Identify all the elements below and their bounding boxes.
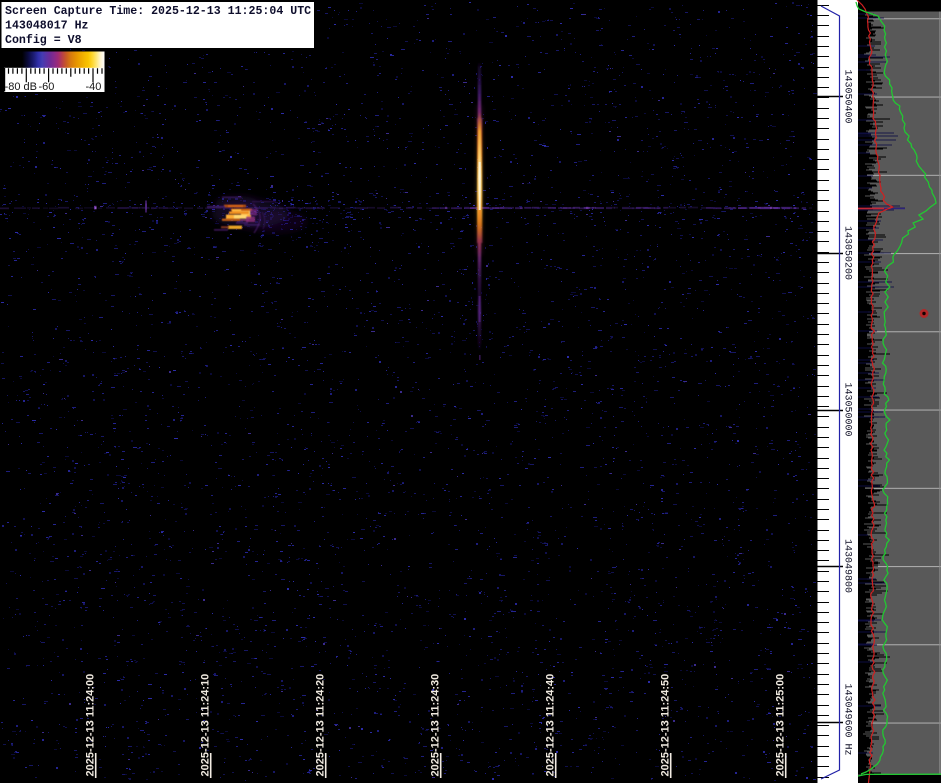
svg-text:2025-12-13 11:25:00: 2025-12-13 11:25:00 <box>774 674 786 777</box>
svg-text:2025-12-13 11:24:30: 2025-12-13 11:24:30 <box>429 674 441 777</box>
svg-text:Screen Capture Time: 2025-12-1: Screen Capture Time: 2025-12-13 11:25:04… <box>5 5 311 18</box>
svg-text:2025-12-13 11:24:40: 2025-12-13 11:24:40 <box>544 674 556 777</box>
svg-text:143049600 Hz: 143049600 Hz <box>842 683 853 755</box>
svg-text:143050000: 143050000 <box>842 382 853 436</box>
svg-text:-40: -40 <box>86 81 102 93</box>
svg-text:Config = V8: Config = V8 <box>5 34 82 47</box>
svg-text:2025-12-13 11:24:10: 2025-12-13 11:24:10 <box>199 674 211 777</box>
svg-text:2025-12-13 11:24:50: 2025-12-13 11:24:50 <box>659 674 671 777</box>
svg-text:2025-12-13 11:24:00: 2025-12-13 11:24:00 <box>84 674 96 777</box>
svg-text:143050400: 143050400 <box>842 69 853 123</box>
svg-text:2025-12-13 11:24:20: 2025-12-13 11:24:20 <box>314 674 326 777</box>
svg-text:-80 dB: -80 dB <box>5 81 37 93</box>
svg-text:143050200: 143050200 <box>842 226 853 280</box>
svg-text:143049800: 143049800 <box>842 539 853 593</box>
svg-text:-60: -60 <box>39 81 55 93</box>
svg-text:143048017 Hz: 143048017 Hz <box>5 19 89 32</box>
